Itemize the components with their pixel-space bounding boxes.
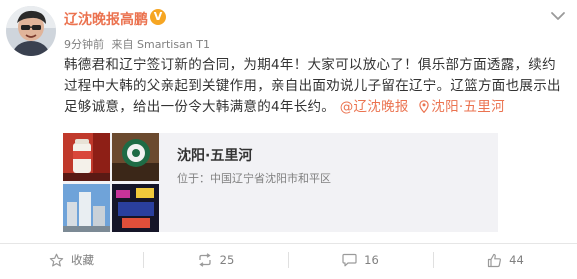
comment-icon (342, 253, 357, 267)
repost-button[interactable]: 25 (144, 245, 287, 275)
location-photo-1 (63, 133, 110, 181)
mention-link[interactable]: @辽沈晚报 (340, 99, 409, 115)
location-photo-3 (63, 184, 110, 232)
location-link-label: 沈阳·五里河 (431, 99, 505, 115)
post-meta: 9分钟前 来自 Smartisan T1 (64, 36, 210, 52)
repost-icon (199, 253, 211, 267)
like-button[interactable]: 44 (434, 245, 577, 275)
favorite-label: 收藏 (71, 253, 94, 267)
location-pin-icon (419, 100, 429, 114)
location-photo-4 (112, 184, 159, 232)
like-count: 44 (509, 253, 524, 267)
action-bar-divider (0, 243, 577, 244)
location-card-title[interactable]: 沈阳·五里河 (177, 145, 252, 165)
star-icon (49, 253, 64, 266)
thumbs-up-icon (488, 253, 502, 267)
location-card-address: 位于：中国辽宁省沈阳市和平区 (177, 172, 331, 185)
comment-button[interactable]: 16 (289, 245, 432, 275)
location-photo-2 (112, 133, 159, 181)
location-card[interactable]: 沈阳·五里河 位于：中国辽宁省沈阳市和平区 (63, 133, 498, 232)
author-name[interactable]: 辽沈晚报高鹏 (64, 9, 148, 29)
repost-count: 25 (219, 253, 235, 267)
post-text: 韩德君和辽宁签订新的合同，为期4年！大家可以放心了！俱乐部方面透露，续约过程中大… (64, 55, 569, 118)
comment-count: 16 (364, 253, 379, 267)
favorite-button[interactable]: 收藏 (0, 245, 143, 275)
verified-badge-icon: V (150, 9, 166, 25)
user-avatar[interactable] (6, 6, 56, 56)
post-source[interactable]: 来自 Smartisan T1 (112, 38, 210, 51)
chevron-down-icon[interactable] (549, 8, 567, 22)
post-time[interactable]: 9分钟前 (64, 38, 104, 51)
location-link[interactable]: 沈阳·五里河 (419, 99, 505, 115)
